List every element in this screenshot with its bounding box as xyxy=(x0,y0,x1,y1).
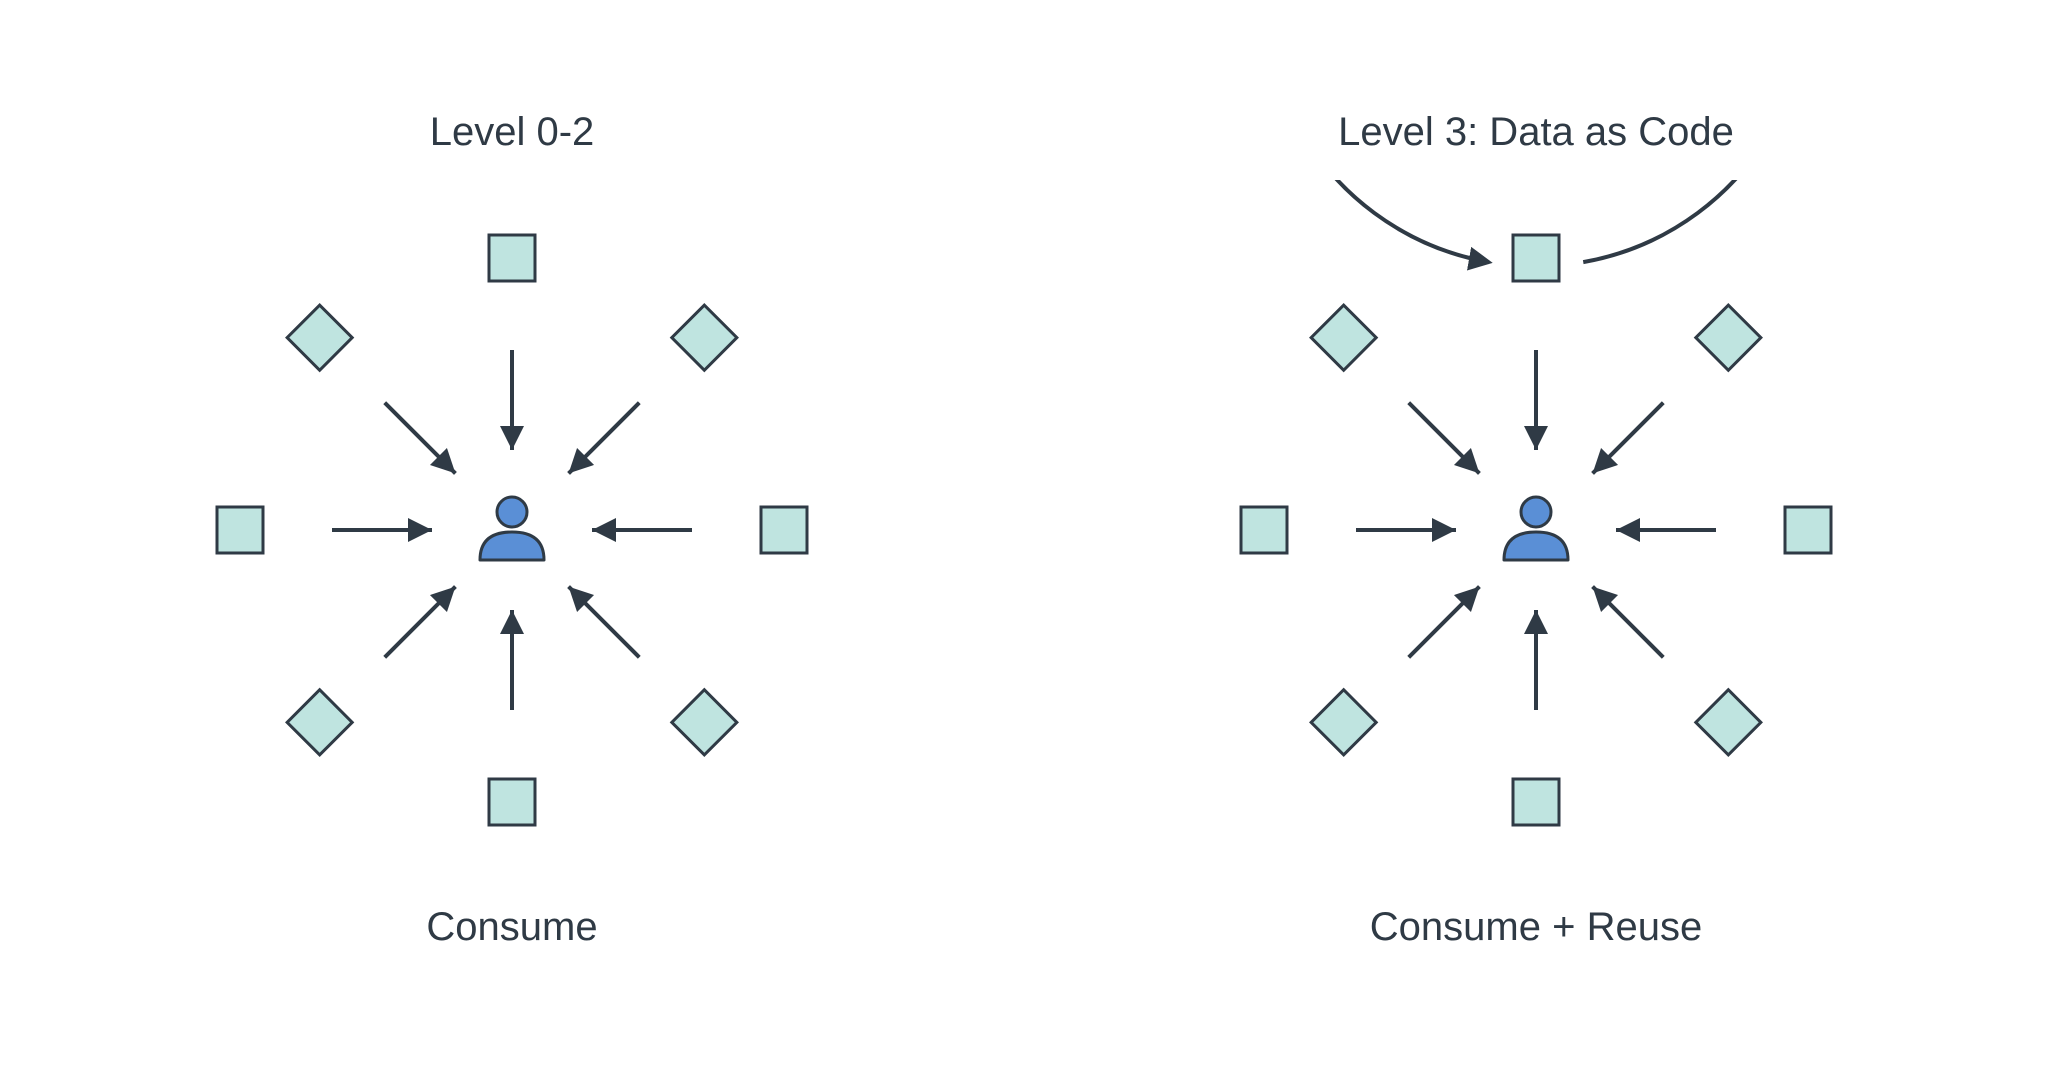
title-left: Level 0-2 xyxy=(0,110,1024,155)
person-icon xyxy=(480,497,544,560)
data-node-diamond xyxy=(672,305,737,370)
panel-level-3: Level 3: Data as Code Consume + Reuse xyxy=(1024,0,2048,1072)
data-node-diamond xyxy=(1696,690,1761,755)
consume-arrow xyxy=(385,403,456,474)
data-node-diamond xyxy=(1311,690,1376,755)
diagram-right xyxy=(1136,180,1936,880)
data-node-square xyxy=(1785,507,1831,553)
person-icon xyxy=(1504,497,1568,560)
panel-level-0-2: Level 0-2 Consume xyxy=(0,0,1024,1072)
data-node-square xyxy=(1513,235,1559,281)
consume-arrow xyxy=(1409,587,1480,658)
consume-arrow xyxy=(569,587,640,658)
consume-arrow xyxy=(569,403,640,474)
data-node-square xyxy=(1513,779,1559,825)
data-node-square xyxy=(1241,507,1287,553)
consume-arrow xyxy=(1409,403,1480,474)
caption-right: Consume + Reuse xyxy=(1024,905,2048,950)
data-node-diamond xyxy=(1311,305,1376,370)
data-node-diamond xyxy=(287,690,352,755)
data-node-diamond xyxy=(672,690,737,755)
diagram-left xyxy=(112,180,912,880)
diagram-root: Level 0-2 Consume Level 3: Data as Code … xyxy=(0,0,2048,1072)
data-node-diamond xyxy=(287,305,352,370)
consume-arrow xyxy=(1593,587,1664,658)
title-right: Level 3: Data as Code xyxy=(1024,110,2048,155)
consume-arrow xyxy=(1593,403,1664,474)
data-node-square xyxy=(489,779,535,825)
data-node-square xyxy=(217,507,263,553)
consume-arrow xyxy=(385,587,456,658)
caption-left: Consume xyxy=(0,905,1024,950)
data-node-square xyxy=(489,235,535,281)
data-node-diamond xyxy=(1696,305,1761,370)
data-node-square xyxy=(761,507,807,553)
